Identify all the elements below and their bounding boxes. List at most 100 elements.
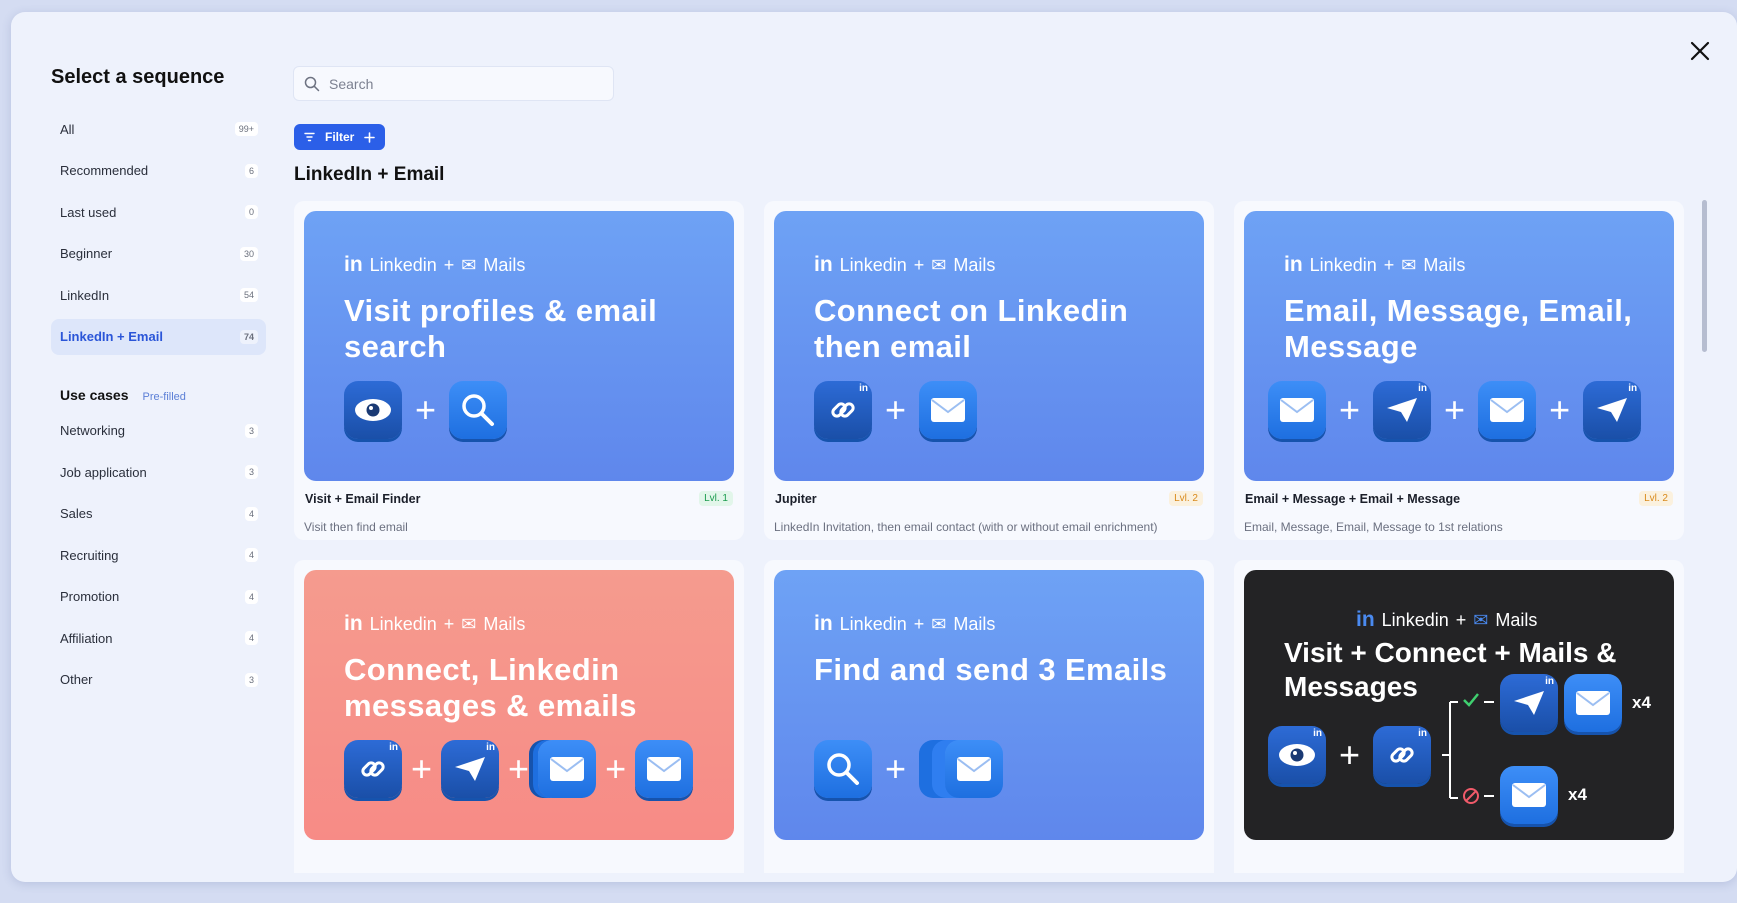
thumb-tag: in Linkedin + ✉ Mails [1284,253,1466,276]
step-icons: in + in [1268,726,1432,784]
connect-link-icon: in [814,381,872,439]
sidebar-item-networking[interactable]: Networking 3 [51,413,266,449]
email-stack-icon [538,740,597,798]
email-envelope-icon [1478,381,1537,439]
sidebar-item-sales[interactable]: Sales 4 [51,496,266,532]
category-list: All 99+ Recommended 6 Last used 0 Beginner 3… [51,111,266,355]
sequence-card-visit-email-finder[interactable]: in Linkedin + ✉ Mails Visit profiles & email… [294,201,744,540]
fallback-branch: x4 [1500,766,1587,824]
email-envelope-icon [1268,381,1326,439]
sidebar-item-last-used[interactable]: Last used 0 [51,194,266,230]
linkedin-icon: in [1284,253,1303,276]
sequence-card-find-send-3-emails[interactable]: in Linkedin + ✉ Mails Find and send 3 Emails… [764,560,1214,873]
sidebar-item-linkedin[interactable]: LinkedIn 54 [51,277,266,313]
search-magnifier-icon [449,381,508,439]
multiplier-label: x4 [1568,785,1587,804]
sidebar-item-job-application[interactable]: Job application 3 [51,454,266,490]
email-stack-icon [945,740,1004,798]
thumb-title: Visit profiles & email search [344,293,658,364]
card-name: Visit + Email Finder [305,491,421,506]
sequence-card-visit-connect-mails-messages[interactable]: in Linkedin + ✉ Mails Visit + Connect + Mail… [1234,560,1684,873]
plus-glyph: + [1339,734,1361,775]
count-badge: 3 [244,423,258,438]
plus-glyph: + [605,748,627,789]
card-thumbnail: in Linkedin + ✉ Mails Connect, Linkedin mess… [304,570,734,840]
sequence-card-jupiter[interactable]: in Linkedin + ✉ Mails Connect on Linkedin th… [764,201,1214,540]
plus-glyph: + [508,748,530,789]
use-cases-title: Use cases [60,386,129,403]
sequence-grid: in Linkedin + ✉ Mails Visit profiles & email… [294,201,1694,873]
step-icons: + [344,381,508,439]
filter-icon [304,132,315,142]
search-box [293,66,614,101]
email-envelope-icon [919,381,978,439]
plus-glyph: + [411,748,433,789]
sidebar-item-affiliation[interactable]: Affiliation 4 [51,620,266,656]
plus-glyph: + [885,389,907,430]
use-case-list: Networking 3 Job application 3 Sales 4 Recr… [51,413,266,698]
search-icon [304,76,320,91]
search-magnifier-icon [814,740,872,798]
thumb-title: Connect on Linkedin then email [814,293,1129,364]
plus-glyph: + [885,748,907,789]
count-badge: 4 [244,631,258,645]
linkedin-icon: in [814,253,833,276]
card-description: LinkedIn Invitation, then email contact … [774,520,1158,534]
use-cases-header: Use cases Pre-filled [60,387,266,403]
sidebar-item-recruiting[interactable]: Recruiting 4 [51,537,266,573]
close-icon [1690,41,1710,61]
scrollbar-thumb[interactable] [1702,200,1707,352]
card-thumbnail: in Linkedin + ✉ Mails Find and send 3 Emails… [774,570,1204,840]
sidebar-item-all[interactable]: All 99+ [51,111,266,147]
mail-icon: ✉ [461,613,477,634]
success-branch: in x4 [1500,674,1651,732]
mail-icon: ✉ [1401,254,1417,275]
count-badge: 30 [239,246,258,261]
card-thumbnail: in Linkedin + ✉ Mails Email, Message, Email,… [1244,211,1674,481]
count-badge: 74 [239,329,258,344]
filter-label: Filter [325,130,355,144]
sidebar-item-linkedin-email[interactable]: LinkedIn + Email 74 [51,318,266,355]
message-plane-icon: in [1373,381,1432,439]
message-plane-icon: in [1500,674,1558,732]
step-icons: + [814,740,1004,798]
thumb-title: Connect, Linkedin messages & emails [344,652,637,723]
card-thumbnail: in Linkedin + ✉ Mails Visit + Connect + Mail… [1244,570,1674,840]
prefilled-badge: Pre-filled [142,390,186,403]
connect-link-icon: in [344,740,402,798]
mail-icon: ✉ [1473,609,1489,630]
close-button[interactable] [1683,34,1717,68]
sequence-card-connect-messages-emails[interactable]: in Linkedin + ✉ Mails Connect, Linkedin mess… [294,560,744,873]
plus-icon [364,131,376,143]
count-badge: 99+ [234,122,258,136]
sidebar-item-recommended[interactable]: Recommended 6 [51,153,266,189]
plus-glyph: + [415,389,437,430]
mail-icon: ✉ [461,254,477,275]
card-thumbnail: in Linkedin + ✉ Mails Visit profiles & email… [304,211,734,481]
linkedin-icon: in [814,612,833,635]
connect-link-icon: in [1373,726,1432,784]
search-input[interactable] [329,75,589,92]
filter-button[interactable]: Filter [294,124,385,150]
thumb-tag: in Linkedin + ✉ Mails [1356,608,1538,631]
linkedin-icon: in [1356,608,1375,631]
sidebar-item-promotion[interactable]: Promotion 4 [51,579,266,615]
visit-eye-icon [344,381,402,439]
sequence-modal: Select a sequence All 99+ Recommended 6 La… [11,12,1737,882]
multiplier-label: x4 [1632,693,1651,712]
plus-glyph: + [1339,389,1361,430]
email-envelope-icon [635,740,694,798]
count-badge: 0 [244,205,258,219]
thumb-tag: in Linkedin + ✉ Mails [814,253,996,276]
step-icons: in + [814,381,978,439]
sidebar-item-other[interactable]: Other 3 [51,662,266,698]
sidebar-item-beginner[interactable]: Beginner 30 [51,236,266,272]
count-badge: 4 [244,548,258,562]
message-plane-icon: in [441,740,500,798]
sequence-card-email-message[interactable]: in Linkedin + ✉ Mails Email, Message, Email,… [1234,201,1684,540]
modal-title: Select a sequence [51,66,225,88]
message-plane-icon: in [1583,381,1642,439]
card-name: Jupiter [775,491,817,506]
step-icons: + in + + in [1268,381,1642,439]
step-icons: in + in + + [344,740,694,798]
